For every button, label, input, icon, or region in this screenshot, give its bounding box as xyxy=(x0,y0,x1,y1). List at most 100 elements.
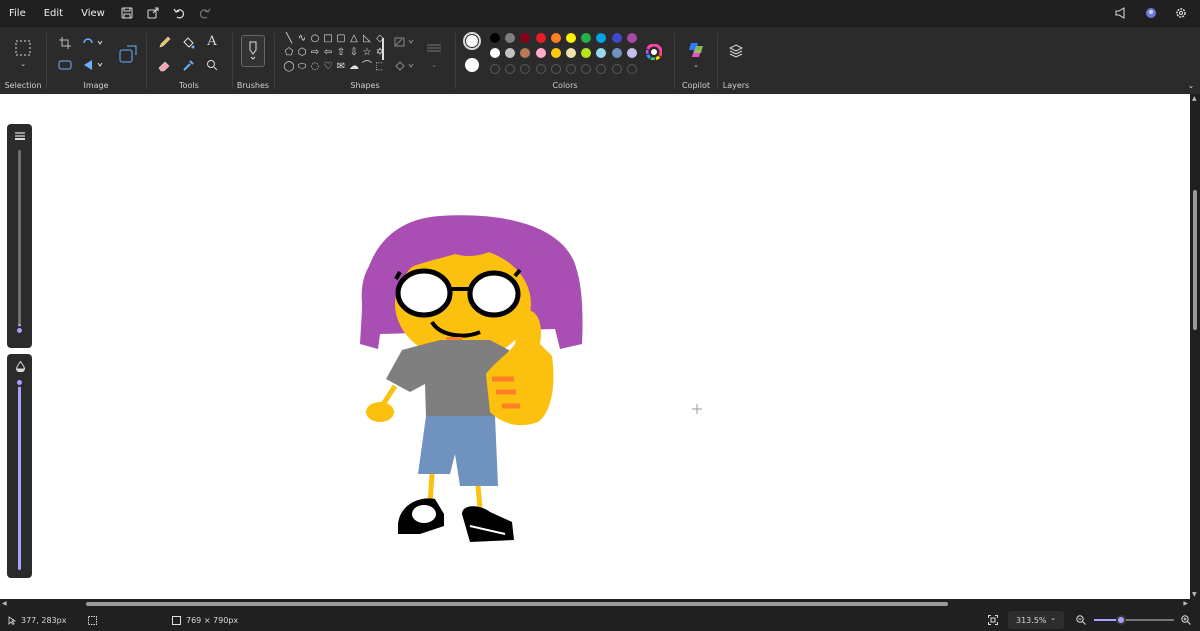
undo-icon[interactable] xyxy=(166,0,192,26)
text-tool-icon[interactable]: A xyxy=(204,33,220,49)
shape-option[interactable]: ◯ xyxy=(283,60,295,73)
zoom-level-text: 313.5% xyxy=(1016,615,1047,625)
shape-option[interactable]: ○ xyxy=(309,32,321,45)
feedback-icon[interactable] xyxy=(1108,0,1134,26)
color-swatch[interactable] xyxy=(611,48,622,58)
shape-gallery: ╲ ∿ ○ □ ▢ △ ◺ ◇ ⬠ ⬡ ⇨ ⇦ ⇧ ⇩ ☆ ✡ ◯ ⬭ ◌ ♡ ✉ ☁ ⌒ ⬚ xyxy=(283,32,383,78)
rotate-icon[interactable] xyxy=(81,35,105,51)
image-background-icon[interactable] xyxy=(117,43,139,65)
shape-option[interactable]: ☁ xyxy=(348,60,360,73)
layers-icon[interactable] xyxy=(726,41,746,61)
selection-size-icon xyxy=(88,615,97,625)
shape-option[interactable]: ◺ xyxy=(361,32,373,45)
custom-color-slot[interactable] xyxy=(535,64,546,74)
color-swatch[interactable] xyxy=(550,33,561,43)
share-icon[interactable] xyxy=(140,0,166,26)
menu-view[interactable]: View xyxy=(72,0,114,26)
image-group: Image xyxy=(47,27,145,95)
shape-option[interactable]: ╲ xyxy=(283,32,295,45)
layers-group-label: Layers xyxy=(722,81,750,90)
shape-fill-icon[interactable] xyxy=(392,59,418,73)
color-swatch[interactable] xyxy=(611,33,622,43)
custom-color-slot[interactable] xyxy=(490,64,500,74)
flip-icon[interactable] xyxy=(81,57,105,73)
shape-size-chevron-icon[interactable]: ⌄ xyxy=(428,59,440,71)
redo-icon[interactable] xyxy=(192,0,218,26)
primary-color-selector[interactable] xyxy=(463,32,481,50)
edit-colors-icon[interactable] xyxy=(645,43,663,61)
custom-color-slot[interactable] xyxy=(611,64,622,74)
color-swatch[interactable] xyxy=(626,33,637,43)
menu-file[interactable]: File xyxy=(0,0,35,26)
drawing-canvas[interactable] xyxy=(0,94,1190,599)
color-swatch[interactable] xyxy=(490,33,500,43)
crop-icon[interactable] xyxy=(57,35,73,51)
shape-option[interactable]: ⬠ xyxy=(283,46,295,59)
shape-option[interactable]: ⇧ xyxy=(335,46,347,59)
shape-option[interactable]: ⇩ xyxy=(348,46,360,59)
secondary-color-selector[interactable] xyxy=(465,58,479,72)
horizontal-scroll-thumb[interactable] xyxy=(86,602,948,606)
brush-icon[interactable] xyxy=(241,35,265,67)
chevron-down-icon[interactable]: ⌄ xyxy=(16,59,30,69)
brush-size-track[interactable] xyxy=(18,150,21,330)
save-icon[interactable] xyxy=(114,0,140,26)
shape-option[interactable]: △ xyxy=(348,32,360,45)
horizontal-scrollbar[interactable]: ◀ ▶ xyxy=(0,599,1190,609)
copilot-icon[interactable] xyxy=(685,39,707,61)
color-swatch[interactable] xyxy=(566,48,576,58)
fill-bucket-icon[interactable] xyxy=(180,34,196,50)
custom-color-slot[interactable] xyxy=(626,64,637,74)
custom-color-slot[interactable] xyxy=(566,64,576,74)
shape-option[interactable]: ♡ xyxy=(322,60,334,73)
shape-option[interactable]: ⇦ xyxy=(322,46,334,59)
opacity-slider-thumb[interactable] xyxy=(15,378,24,387)
color-swatch[interactable] xyxy=(535,33,546,43)
menu-edit[interactable]: Edit xyxy=(35,0,72,26)
shape-size-icon[interactable] xyxy=(424,41,444,55)
zoom-slider-thumb[interactable] xyxy=(1116,615,1126,625)
selection-rectangle-icon[interactable] xyxy=(12,37,34,59)
shape-option[interactable]: ∿ xyxy=(296,32,308,45)
shape-option[interactable]: ⬭ xyxy=(296,60,308,73)
shape-option[interactable]: □ xyxy=(322,32,334,45)
custom-color-slot[interactable] xyxy=(550,64,561,74)
resize-icon[interactable] xyxy=(57,57,73,73)
settings-icon[interactable] xyxy=(1168,0,1194,26)
zoom-in-icon[interactable] xyxy=(1181,609,1191,631)
shape-option[interactable]: ⇨ xyxy=(309,46,321,59)
pencil-icon[interactable] xyxy=(156,34,172,50)
shape-option[interactable]: ☆ xyxy=(361,46,373,59)
magnifier-icon[interactable] xyxy=(204,57,220,73)
tools-group-label: Tools xyxy=(179,81,199,90)
opacity-track[interactable] xyxy=(18,380,21,570)
color-picker-icon[interactable] xyxy=(180,57,196,73)
color-swatch[interactable] xyxy=(535,48,546,58)
selection-group: ⌄ Selection xyxy=(0,27,46,95)
color-swatch[interactable] xyxy=(550,48,561,58)
shape-option[interactable]: ⬚ xyxy=(374,60,383,73)
shape-option[interactable]: ⌒ xyxy=(361,60,373,73)
shape-option[interactable]: ⬡ xyxy=(296,46,308,59)
shape-option[interactable]: ✉ xyxy=(335,60,347,73)
color-swatch[interactable] xyxy=(490,48,500,58)
account-avatar-icon[interactable] xyxy=(1138,0,1164,26)
layers-group: Layers xyxy=(718,27,754,95)
zoom-out-icon[interactable] xyxy=(1076,609,1086,631)
fit-to-window-icon[interactable] xyxy=(988,609,998,631)
vertical-scrollbar[interactable]: ▲ ▼ xyxy=(1190,94,1200,599)
zoom-level-dropdown[interactable]: 313.5% ⌄ xyxy=(1008,611,1064,629)
shape-option[interactable]: ◌ xyxy=(309,60,321,73)
opacity-drop-icon xyxy=(13,360,27,372)
brush-size-slider-thumb[interactable] xyxy=(15,326,24,335)
shape-option[interactable]: ▢ xyxy=(335,32,347,45)
copilot-chevron-icon[interactable]: ⌄ xyxy=(691,61,701,69)
collapse-ribbon-chevron-icon[interactable]: ⌄ xyxy=(1185,79,1197,91)
color-swatch[interactable] xyxy=(626,48,637,58)
shape-gallery-scroll-indicator[interactable] xyxy=(382,38,384,60)
shape-outline-icon[interactable] xyxy=(392,35,418,49)
eraser-icon[interactable] xyxy=(156,57,172,73)
copilot-group-label: Copilot xyxy=(681,81,711,90)
vertical-scroll-thumb[interactable] xyxy=(1193,190,1197,330)
color-swatch[interactable] xyxy=(566,33,576,43)
